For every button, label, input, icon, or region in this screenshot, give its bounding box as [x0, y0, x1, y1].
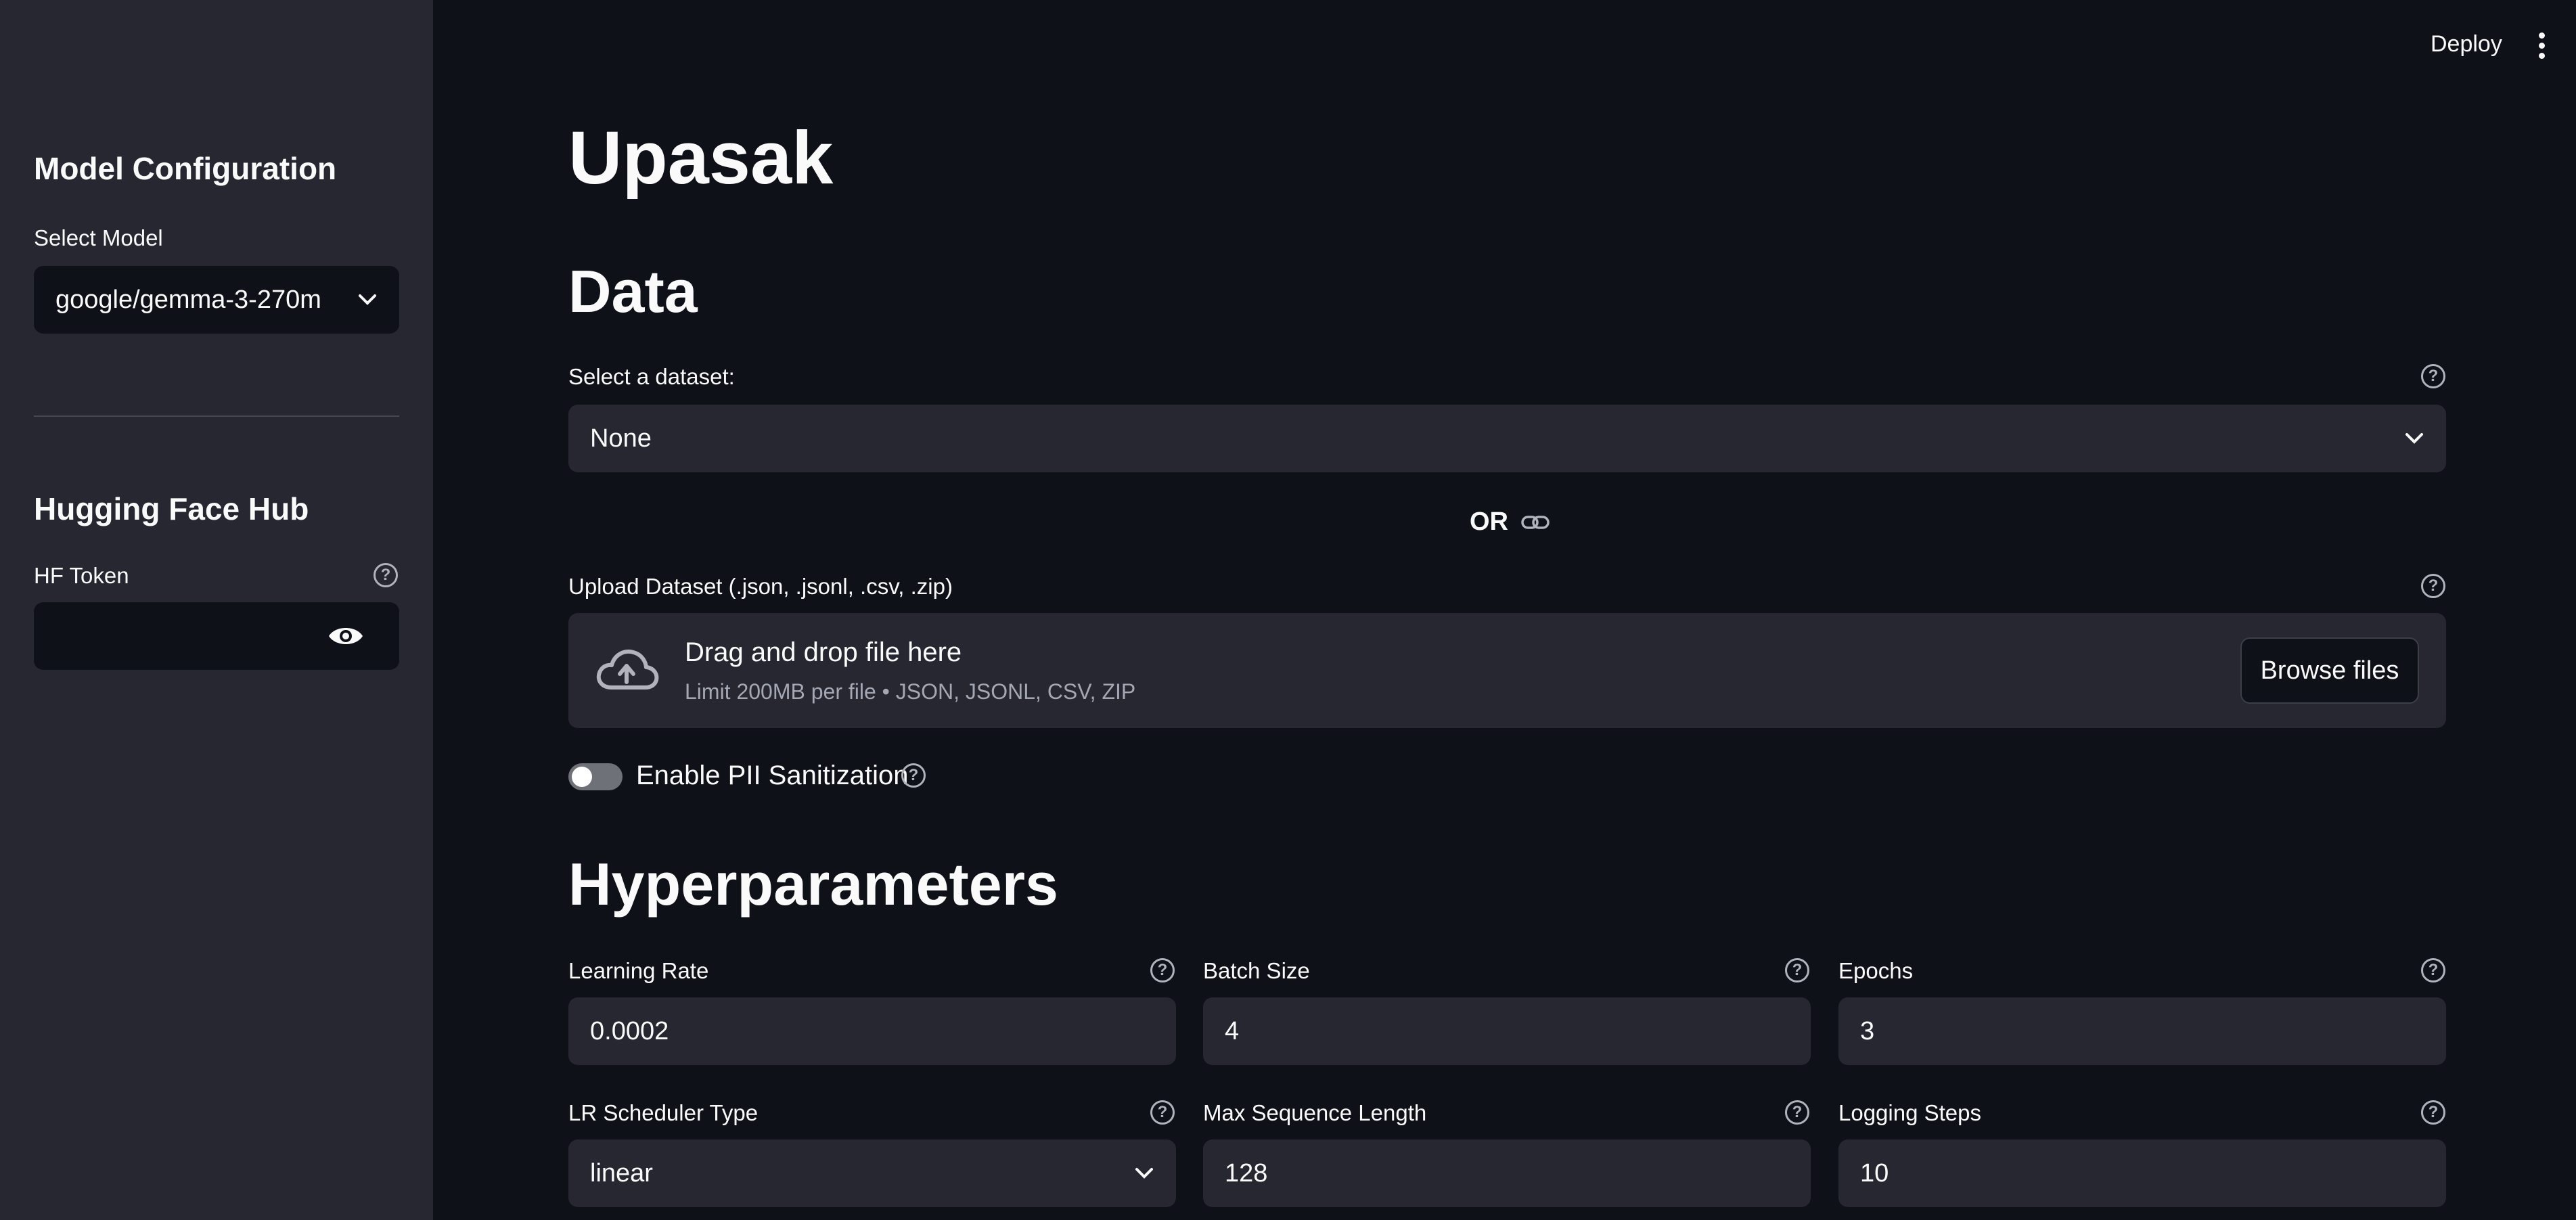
file-dropzone[interactable]: Drag and drop file here Limit 200MB per … [568, 613, 2446, 728]
link-icon[interactable] [1520, 513, 1550, 532]
max-seq-length-value: 128 [1225, 1158, 1268, 1188]
cloud-upload-icon [596, 650, 659, 690]
hf-hub-heading: Hugging Face Hub [34, 491, 309, 526]
epochs-help-icon[interactable]: ? [2421, 958, 2445, 982]
toggle-knob [572, 767, 592, 787]
learning-rate-help-icon[interactable]: ? [1150, 958, 1175, 982]
hyperparameters-heading: Hyperparameters [568, 851, 1058, 918]
hf-token-input[interactable] [34, 602, 399, 670]
dataset-label: Select a dataset: [568, 364, 735, 389]
logging-steps-help-icon[interactable]: ? [2421, 1100, 2445, 1125]
batch-size-value: 4 [1225, 1016, 1240, 1045]
hf-token-help-icon[interactable]: ? [374, 563, 398, 587]
scheduler-value: linear [590, 1158, 653, 1188]
pii-toggle-label: Enable PII Sanitization [636, 761, 909, 790]
max-seq-length-label: Max Sequence Length [1203, 1100, 1427, 1125]
epochs-input[interactable]: 3 [1838, 997, 2446, 1065]
sidebar-divider [34, 415, 399, 417]
dropzone-title: Drag and drop file here [685, 637, 962, 667]
browse-files-button[interactable]: Browse files [2240, 637, 2419, 704]
logging-steps-label: Logging Steps [1838, 1100, 1982, 1125]
max-seq-length-input[interactable]: 128 [1203, 1139, 1811, 1207]
sidebar: Model Configuration Select Model google/… [0, 0, 433, 1220]
logging-steps-input[interactable]: 10 [1838, 1139, 2446, 1207]
pii-toggle[interactable] [568, 763, 623, 790]
model-select-value: google/gemma-3-270m [55, 285, 321, 314]
or-text: OR [1470, 507, 1508, 536]
scheduler-label: LR Scheduler Type [568, 1100, 759, 1125]
main-menu-icon[interactable] [2539, 32, 2547, 60]
max-seq-length-help-icon[interactable]: ? [1785, 1100, 1809, 1125]
batch-size-help-icon[interactable]: ? [1785, 958, 1809, 982]
data-heading: Data [568, 258, 698, 325]
logging-steps-value: 10 [1860, 1158, 1889, 1188]
model-config-heading: Model Configuration [34, 151, 337, 186]
deploy-button[interactable]: Deploy [2431, 31, 2502, 58]
learning-rate-label: Learning Rate [568, 958, 709, 983]
pii-help-icon[interactable]: ? [901, 763, 926, 788]
hf-token-label: HF Token [34, 563, 129, 588]
scheduler-help-icon[interactable]: ? [1150, 1100, 1175, 1125]
dataset-select-value: None [590, 424, 652, 453]
dataset-select[interactable]: None [568, 405, 2446, 472]
learning-rate-value: 0.0002 [590, 1016, 669, 1045]
show-password-eye-icon[interactable] [327, 621, 364, 651]
scheduler-select[interactable]: linear [568, 1139, 1176, 1207]
select-model-label: Select Model [34, 225, 163, 250]
dataset-help-icon[interactable]: ? [2421, 364, 2445, 388]
learning-rate-input[interactable]: 0.0002 [568, 997, 1176, 1065]
chevron-down-icon [1135, 1168, 1153, 1179]
epochs-label: Epochs [1838, 958, 1914, 983]
app: Model Configuration Select Model google/… [0, 0, 2576, 1220]
batch-size-input[interactable]: 4 [1203, 997, 1811, 1065]
epochs-value: 3 [1860, 1016, 1875, 1045]
page-title: Upasak [568, 116, 834, 200]
model-select[interactable]: google/gemma-3-270m [34, 266, 399, 334]
upload-label: Upload Dataset (.json, .jsonl, .csv, .zi… [568, 574, 953, 599]
dropzone-limits: Limit 200MB per file • JSON, JSONL, CSV,… [685, 679, 1136, 704]
chevron-down-icon [359, 294, 376, 305]
chevron-down-icon [2405, 433, 2423, 444]
or-separator: OR [1470, 507, 1550, 537]
upload-help-icon[interactable]: ? [2421, 574, 2445, 598]
batch-size-label: Batch Size [1203, 958, 1310, 983]
